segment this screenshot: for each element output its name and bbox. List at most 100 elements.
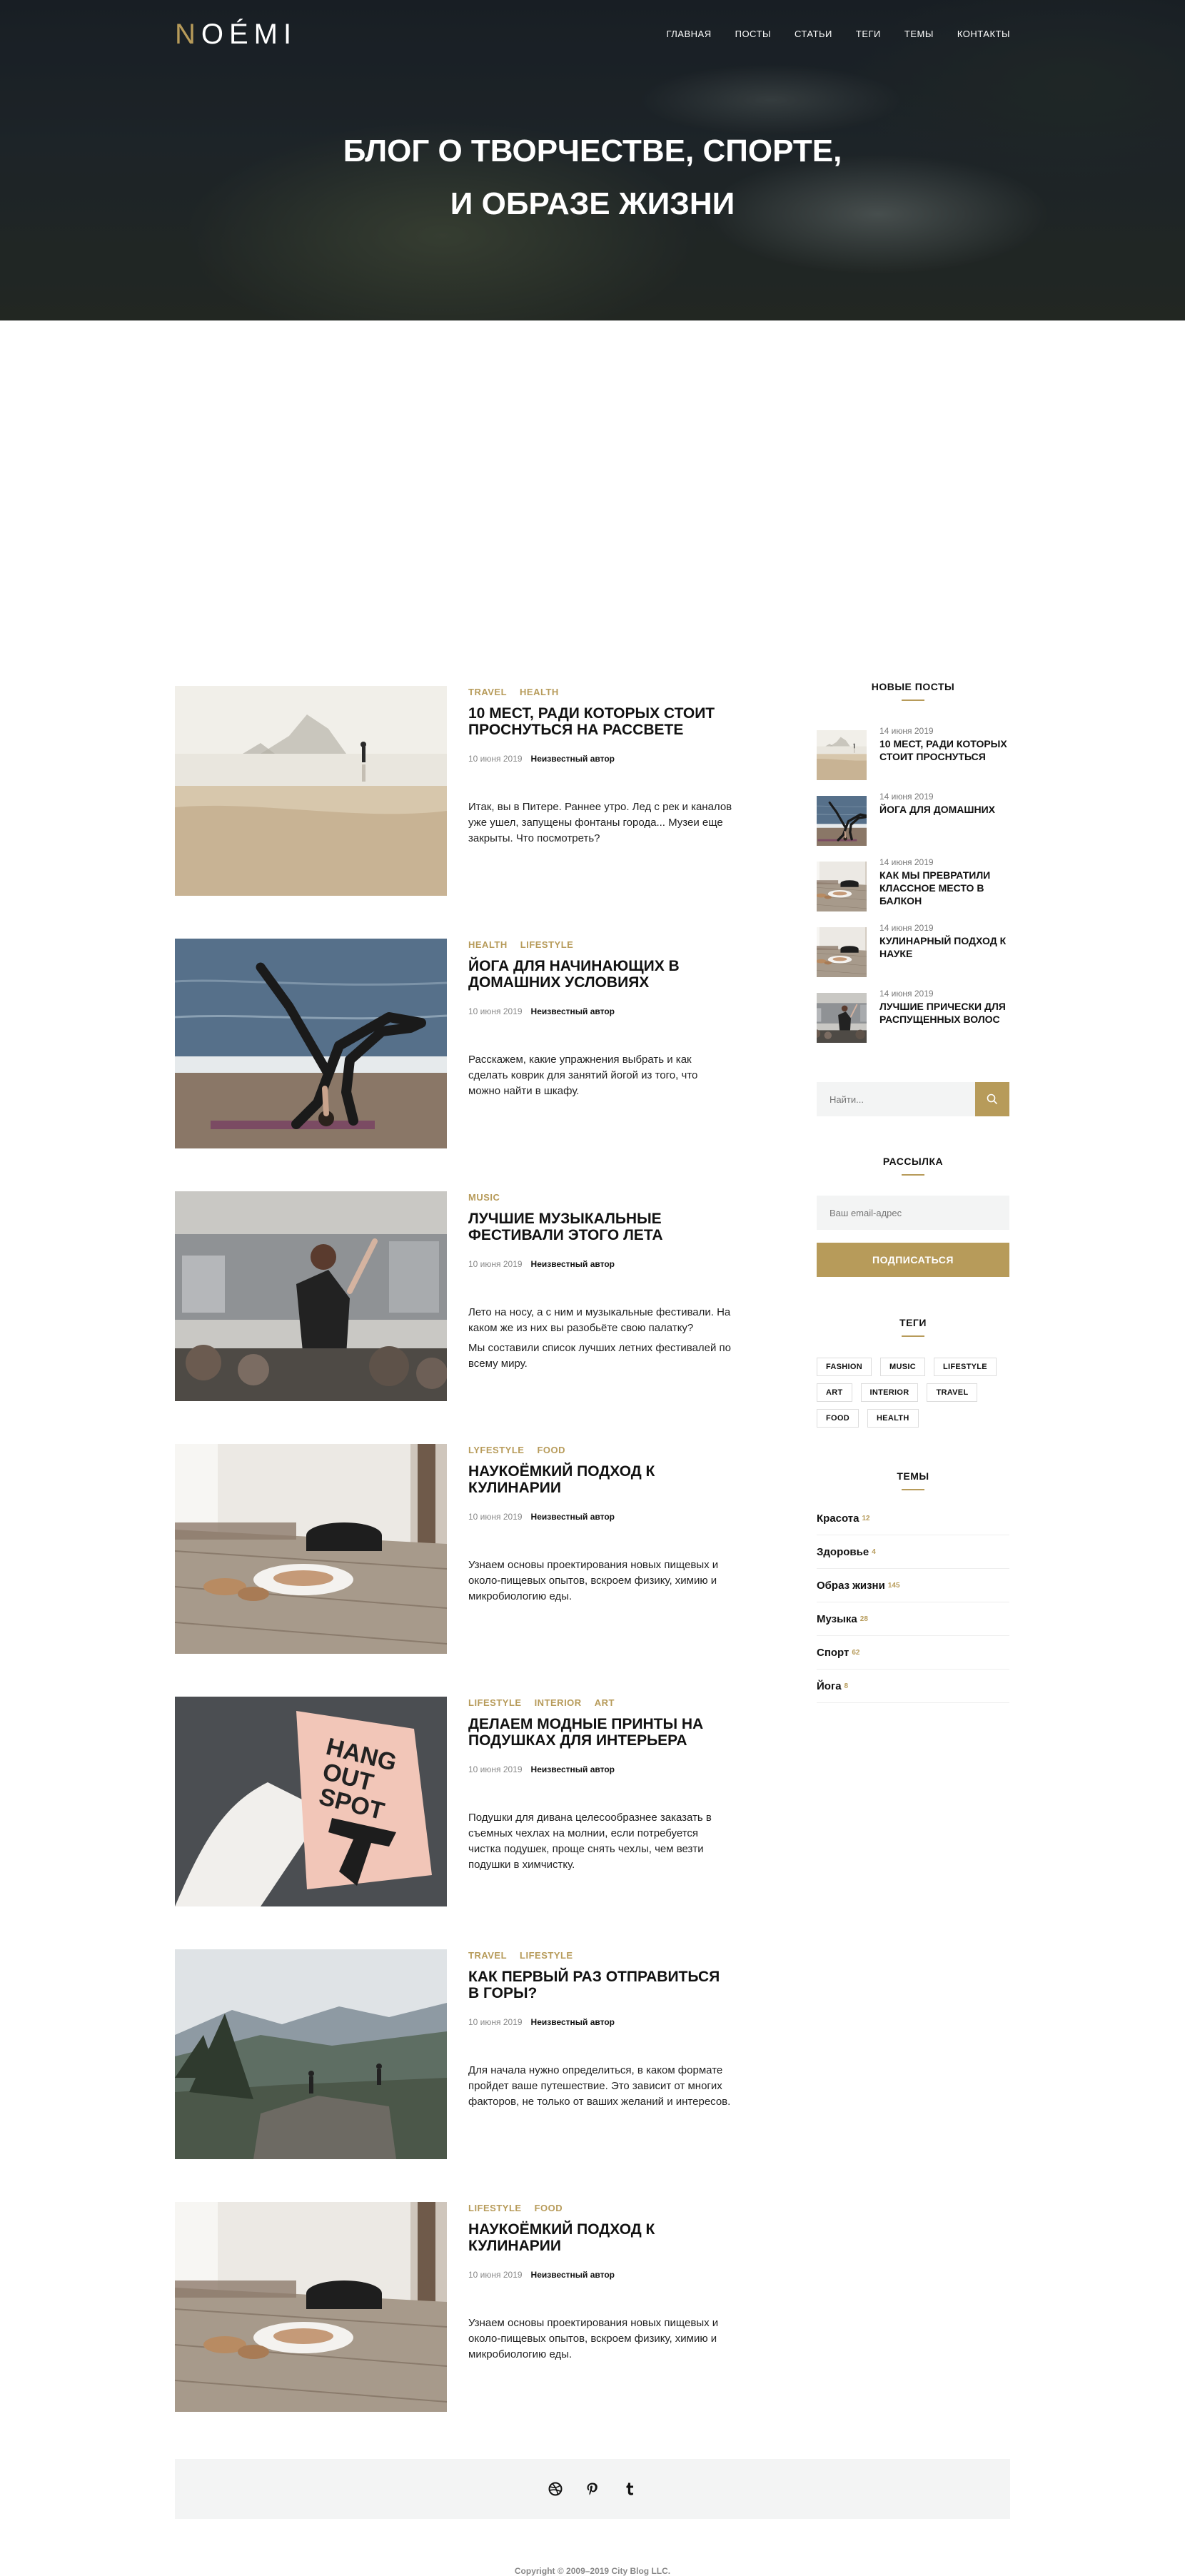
- recent-post-thumb[interactable]: [817, 796, 867, 846]
- post-image[interactable]: [175, 1444, 447, 1654]
- tag-cloud-item[interactable]: MUSIC: [880, 1358, 925, 1376]
- post-tag[interactable]: ART: [595, 1697, 615, 1708]
- post-image[interactable]: [175, 1191, 447, 1401]
- post-title[interactable]: Лучшие музыкальные фестивали этого лета: [468, 1211, 725, 1243]
- hero-title: БЛОГ О ТВОРЧЕСТВЕ, СПОРТЕ, И ОБРАЗЕ ЖИЗН…: [0, 125, 1185, 231]
- nav-articles[interactable]: СТАТЬИ: [795, 29, 832, 39]
- nav-tags[interactable]: ТЕГИ: [856, 29, 881, 39]
- recent-post-item[interactable]: 14 июня 2019 Йога для домашних: [817, 792, 1012, 846]
- recent-post-item[interactable]: 14 июня 2019 10 мест, ради которых стоит…: [817, 726, 1012, 780]
- post-tag[interactable]: LIFESTYLE: [520, 939, 574, 950]
- search-input[interactable]: [817, 1082, 975, 1116]
- post-tag[interactable]: HEALTH: [468, 939, 508, 950]
- post-tag[interactable]: LYFESTYLE: [468, 1445, 524, 1455]
- post-tag[interactable]: LIFESTYLE: [468, 1697, 522, 1708]
- post-tag[interactable]: HEALTH: [520, 687, 559, 697]
- theme-link[interactable]: Йога: [817, 1680, 842, 1692]
- post-card: HEALTH LIFESTYLE Йога для начинающих в дом…: [175, 939, 732, 1148]
- post-tag[interactable]: FOOD: [537, 1445, 565, 1455]
- post-tag[interactable]: INTERIOR: [535, 1697, 582, 1708]
- recent-post-thumb[interactable]: [817, 730, 867, 780]
- social-links: [175, 2459, 1010, 2519]
- recent-post-title[interactable]: Как мы превратили классное место в балко…: [879, 869, 1012, 907]
- post-excerpt: Для начала нужно определиться, в каком ф…: [468, 2063, 732, 2110]
- recent-post-title[interactable]: 10 мест, ради которых стоит проснуться: [879, 737, 1012, 763]
- post-tag[interactable]: MUSIC: [468, 1192, 500, 1203]
- hero-title-line1: БЛОГ О ТВОРЧЕСТВЕ, СПОРТЕ,: [343, 133, 842, 168]
- post-date: 10 июня 2019: [468, 1764, 523, 1774]
- post-tag[interactable]: LIFESTYLE: [520, 1950, 573, 1961]
- post-meta: 10 июня 2019 Неизвестный автор: [468, 754, 732, 764]
- post-excerpt-paragraph: Итак, вы в Питере. Раннее утро. Лед с ре…: [468, 801, 732, 844]
- recent-post-thumb[interactable]: [817, 993, 867, 1043]
- post-title[interactable]: 10 мест, ради которых стоит проснуться н…: [468, 705, 725, 738]
- post-author[interactable]: Неизвестный автор: [531, 2017, 615, 2027]
- nav-home[interactable]: ГЛАВНАЯ: [666, 29, 711, 39]
- post-image[interactable]: [175, 2202, 447, 2412]
- theme-link[interactable]: Красота: [817, 1512, 859, 1525]
- nav-posts[interactable]: ПОСТЫ: [735, 29, 771, 39]
- nav-contacts[interactable]: КОНТАКТЫ: [957, 29, 1010, 39]
- post-card: LIFESTYLE FOOD Наукоёмкий подход к кулинар…: [175, 2202, 732, 2412]
- post-author[interactable]: Неизвестный автор: [531, 1259, 615, 1269]
- recent-post-date: 14 июня 2019: [879, 989, 934, 999]
- post-image[interactable]: [175, 1949, 447, 2159]
- post-title[interactable]: Как первый раз отправиться в горы?: [468, 1969, 725, 2001]
- post-image[interactable]: [175, 939, 447, 1148]
- theme-count: 12: [862, 1514, 870, 1522]
- site-logo[interactable]: NOÉMI: [175, 19, 297, 51]
- theme-link[interactable]: Здоровье: [817, 1546, 869, 1558]
- recent-posts-title: НОВЫЕ ПОСТЫ: [817, 681, 1009, 701]
- recent-post-title[interactable]: Лучшие прически для распущенных волос: [879, 1000, 1012, 1026]
- post-image[interactable]: [175, 686, 447, 896]
- post-meta: 10 июня 2019 Неизвестный автор: [468, 1006, 732, 1016]
- email-field[interactable]: [817, 1196, 1009, 1230]
- post-image[interactable]: HANG OUT SPOT: [175, 1697, 447, 1906]
- nav-themes[interactable]: ТЕМЫ: [904, 29, 934, 39]
- post-title[interactable]: Делаем модные принты на подушках для инт…: [468, 1716, 725, 1749]
- theme-link[interactable]: Спорт: [817, 1647, 849, 1659]
- tumblr-link[interactable]: [622, 2481, 637, 2497]
- post-author[interactable]: Неизвестный автор: [531, 1512, 615, 1522]
- recent-post-thumb[interactable]: [817, 862, 867, 911]
- search-button[interactable]: [975, 1082, 1009, 1116]
- recent-post-item[interactable]: 14 июня 2019 Лучшие прически для распуще…: [817, 989, 1012, 1043]
- post-tag[interactable]: TRAVEL: [468, 1950, 507, 1961]
- recent-post-title[interactable]: Йога для домашних: [879, 803, 1012, 816]
- post-title[interactable]: Наукоёмкий подход к кулинарии: [468, 2221, 725, 2254]
- tag-cloud-item[interactable]: LIFESTYLE: [933, 1358, 997, 1376]
- pinterest-link[interactable]: [585, 2481, 600, 2497]
- post-body: MUSIC Лучшие музыкальные фестивали этого …: [468, 1191, 732, 1372]
- post-date: 10 июня 2019: [468, 1259, 523, 1269]
- recent-post-item[interactable]: 14 июня 2019 Кулинарный подход к науке: [817, 923, 1012, 977]
- tags-title: ТЕГИ: [817, 1317, 1009, 1337]
- post-author[interactable]: Неизвестный автор: [531, 754, 615, 764]
- post-body: TRAVEL HEALTH 10 мест, ради которых стоит …: [468, 686, 732, 847]
- recent-post-thumb[interactable]: [817, 927, 867, 977]
- post-date: 10 июня 2019: [468, 1006, 523, 1016]
- tag-cloud-item[interactable]: ART: [817, 1383, 852, 1402]
- tag-cloud-item[interactable]: FASHION: [817, 1358, 872, 1376]
- subscribe-button[interactable]: ПОДПИСАТЬСЯ: [817, 1243, 1009, 1277]
- recent-post-text: 14 июня 2019 10 мест, ради которых стоит…: [879, 726, 1012, 763]
- post-title[interactable]: Йога для начинающих в домашних условиях: [468, 958, 725, 991]
- dribbble-link[interactable]: [548, 2481, 563, 2497]
- post-tag[interactable]: LIFESTYLE: [468, 2203, 522, 2213]
- recent-post-title[interactable]: Кулинарный подход к науке: [879, 934, 1012, 960]
- tag-cloud-item[interactable]: FOOD: [817, 1409, 859, 1428]
- post-tag[interactable]: FOOD: [535, 2203, 563, 2213]
- tag-cloud-item[interactable]: TRAVEL: [927, 1383, 978, 1402]
- tag-cloud-item[interactable]: INTERIOR: [860, 1383, 919, 1402]
- post-author[interactable]: Неизвестный автор: [531, 1006, 615, 1016]
- post-date: 10 июня 2019: [468, 754, 523, 764]
- post-tag[interactable]: TRAVEL: [468, 687, 507, 697]
- recent-post-item[interactable]: 14 июня 2019 Как мы превратили классное …: [817, 857, 1012, 911]
- post-author[interactable]: Неизвестный автор: [531, 1764, 615, 1774]
- dribbble-icon: [548, 2482, 563, 2496]
- post-title[interactable]: Наукоёмкий подход к кулинарии: [468, 1463, 725, 1496]
- theme-link[interactable]: Музыка: [817, 1613, 857, 1625]
- tag-cloud: FASHION MUSIC LIFESTYLE ART INTERIOR TRAVEL FO…: [817, 1358, 1009, 1428]
- post-author[interactable]: Неизвестный автор: [531, 2270, 615, 2280]
- theme-link[interactable]: Образ жизни: [817, 1580, 885, 1592]
- tag-cloud-item[interactable]: HEALTH: [867, 1409, 919, 1428]
